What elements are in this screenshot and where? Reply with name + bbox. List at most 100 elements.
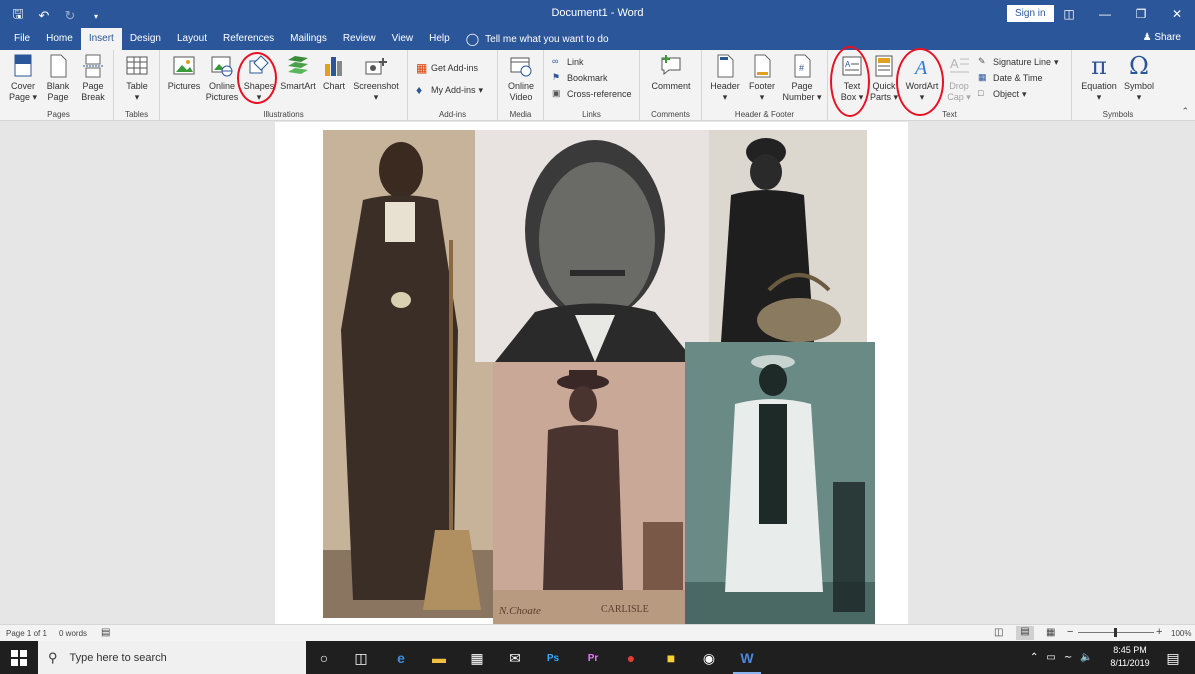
page-number-button[interactable]: # Page Number ▾ xyxy=(780,54,824,103)
photo-man-with-basket[interactable] xyxy=(709,130,867,342)
ribbon: Cover Page ▾ Blank Page Page Break Pages… xyxy=(0,46,1195,121)
document-page[interactable]: N.Choate CARLISLE xyxy=(275,122,908,624)
taskbar-search-box[interactable]: ⚲ Type here to search xyxy=(38,641,306,674)
tab-design[interactable]: Design xyxy=(122,28,169,50)
battery-icon[interactable]: ▭ xyxy=(1046,652,1055,663)
store-icon-taskbar[interactable]: ▦ xyxy=(466,647,488,669)
annotation-circle-textbox xyxy=(830,46,870,117)
date-time-button[interactable]: ▦ Date & Time xyxy=(978,72,1043,84)
comment-label: Comment xyxy=(651,81,691,91)
cortana-icon[interactable]: ○ xyxy=(313,647,335,669)
page-count[interactable]: Page 1 of 1 xyxy=(6,629,47,638)
photoshop-icon[interactable]: Ps xyxy=(542,647,564,669)
cross-reference-button[interactable]: ▣ Cross-reference xyxy=(552,88,632,100)
notifications-icon[interactable]: ▤ xyxy=(1162,647,1184,669)
file-explorer-icon[interactable]: ▬ xyxy=(428,647,450,669)
document-area[interactable]: N.Choate CARLISLE xyxy=(0,122,1195,624)
table-button[interactable]: Table ▾ xyxy=(120,54,154,103)
collapse-ribbon-icon[interactable]: ⌃ xyxy=(1181,106,1189,117)
tab-references[interactable]: References xyxy=(215,28,282,50)
ribbon-display-options-icon[interactable]: ◫ xyxy=(1051,0,1087,27)
word-count[interactable]: 0 words xyxy=(59,629,87,638)
my-addins-button[interactable]: ♦ My Add-ins ▾ xyxy=(416,84,483,96)
ribbon-tabs: File Home Insert Design Layout Reference… xyxy=(0,27,1195,50)
blank-page-button[interactable]: Blank Page xyxy=(42,54,74,103)
header-button[interactable]: Header ▾ xyxy=(706,54,744,103)
online-video-label-2: Video xyxy=(509,92,533,102)
group-media: Online Video Media xyxy=(498,50,544,121)
photo-man-white-coat[interactable] xyxy=(685,342,875,624)
pictures-button[interactable]: Pictures xyxy=(166,54,202,92)
drop-cap-button[interactable]: A Drop Cap ▾ xyxy=(944,54,974,103)
chrome-icon[interactable]: ● xyxy=(620,647,642,669)
chart-button[interactable]: Chart xyxy=(320,54,348,92)
zoom-in-icon[interactable]: + xyxy=(1156,626,1162,638)
start-button[interactable] xyxy=(0,641,38,674)
tab-file[interactable]: File xyxy=(6,28,38,50)
show-hidden-icons[interactable]: ⌃ xyxy=(1030,652,1038,663)
photo-man-in-hat[interactable]: N.Choate CARLISLE xyxy=(493,362,687,624)
signature-label: Signature Line xyxy=(993,57,1052,67)
read-mode-icon[interactable]: ◫ xyxy=(994,627,1003,638)
zoom-level[interactable]: 100% xyxy=(1171,629,1191,638)
tab-review[interactable]: Review xyxy=(335,28,384,50)
task-view-icon[interactable]: ◫ xyxy=(350,647,372,669)
restore-icon[interactable]: ❐ xyxy=(1123,0,1159,27)
mail-icon[interactable]: ✉ xyxy=(504,647,526,669)
signature-line-button[interactable]: ✎ Signature Line ▾ xyxy=(978,56,1059,68)
omega-icon: Ω xyxy=(1129,52,1149,80)
store-icon: ▦ xyxy=(416,61,428,75)
web-layout-icon[interactable]: ▦ xyxy=(1046,627,1055,638)
close-icon[interactable]: ✕ xyxy=(1159,0,1195,27)
cover-page-button[interactable]: Cover Page ▾ xyxy=(6,54,40,103)
tab-insert[interactable]: Insert xyxy=(80,28,122,50)
annotation-circle-wordart xyxy=(896,48,944,116)
edge-icon[interactable]: e xyxy=(390,647,412,669)
link-icon: ∞ xyxy=(552,56,559,66)
tab-mailings[interactable]: Mailings xyxy=(282,28,335,50)
premiere-icon[interactable]: Pr xyxy=(582,647,604,669)
minimize-icon[interactable]: — xyxy=(1087,0,1123,27)
get-addins-button[interactable]: ▦ Get Add-ins xyxy=(416,62,478,74)
sticky-notes-icon[interactable]: ■ xyxy=(660,647,682,669)
object-button[interactable]: □ Object ▾ xyxy=(978,88,1027,100)
footer-button[interactable]: Footer ▾ xyxy=(744,54,780,103)
photo-portrait-man[interactable] xyxy=(475,130,709,362)
share-label: Share xyxy=(1154,32,1181,43)
symbol-button[interactable]: Ω Symbol ▾ xyxy=(1120,54,1158,103)
cover-page-icon xyxy=(14,54,32,77)
comment-button[interactable]: Comment xyxy=(646,54,696,92)
zoom-out-icon[interactable]: − xyxy=(1067,626,1073,638)
share-button[interactable]: ♟ Share xyxy=(1143,32,1181,43)
screenshot-button[interactable]: Screenshot ▾ xyxy=(350,54,402,103)
tab-help[interactable]: Help xyxy=(421,28,458,50)
photo-caption-left: N.Choate xyxy=(498,605,541,617)
word-taskbar-icon[interactable]: W xyxy=(736,647,758,669)
online-video-button[interactable]: Online Video xyxy=(502,54,540,103)
print-layout-icon[interactable]: ▤ xyxy=(1016,626,1034,640)
taskbar-clock[interactable]: 8:45 PM 8/11/2019 xyxy=(1107,644,1153,670)
tab-layout[interactable]: Layout xyxy=(169,28,215,50)
tab-home[interactable]: Home xyxy=(38,28,81,50)
online-pictures-button[interactable]: Online Pictures xyxy=(204,54,240,103)
quick-parts-label-2: Parts xyxy=(869,92,891,102)
tell-me-box[interactable]: ◯ Tell me what you want to do xyxy=(466,28,609,50)
zoom-slider-thumb[interactable] xyxy=(1114,628,1117,637)
bookmark-button[interactable]: ⚑ Bookmark xyxy=(552,72,608,84)
equation-button[interactable]: π Equation ▾ xyxy=(1078,54,1120,103)
photo-man-with-broom[interactable] xyxy=(323,130,495,618)
group-symbols: π Equation ▾ Ω Symbol ▾ Symbols xyxy=(1072,50,1164,121)
group-label-addins: Add-ins xyxy=(438,110,467,119)
link-button[interactable]: ∞ Link xyxy=(552,56,584,68)
page-break-button[interactable]: Page Break xyxy=(76,54,110,103)
date-time-label: Date & Time xyxy=(993,73,1043,83)
tab-view[interactable]: View xyxy=(384,28,422,50)
smartart-button[interactable]: SmartArt xyxy=(278,54,318,92)
pi-icon: π xyxy=(1091,52,1107,80)
paint-icon[interactable]: ◉ xyxy=(698,647,720,669)
person-icon: ♟ xyxy=(1142,32,1152,43)
proofing-icon[interactable]: ▤ xyxy=(101,627,110,638)
sign-in-button[interactable]: Sign in xyxy=(1007,5,1054,22)
wifi-icon[interactable]: ∼ xyxy=(1064,652,1072,663)
volume-icon[interactable]: 🔈 xyxy=(1080,652,1092,663)
